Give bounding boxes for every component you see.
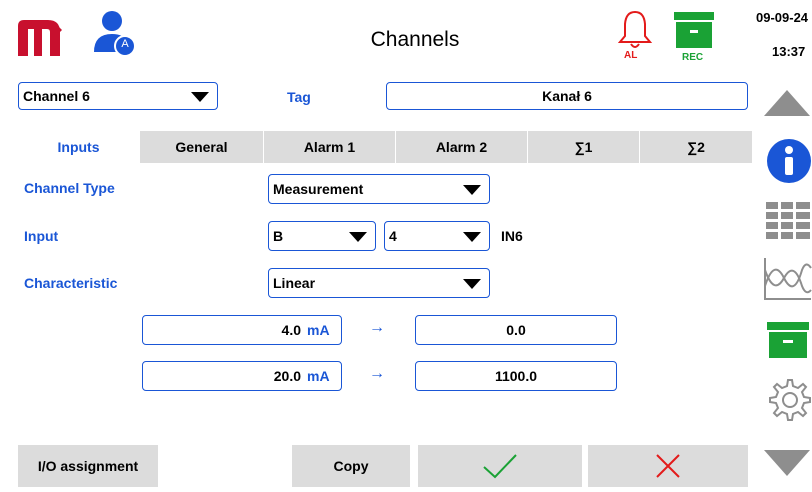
scale-input-low-unit: mA: [307, 322, 330, 338]
channel-type-select[interactable]: Measurement: [268, 174, 490, 204]
chart-view-button[interactable]: [762, 256, 812, 302]
scale-input-high-unit: mA: [307, 368, 330, 384]
chevron-down-icon: [191, 92, 209, 102]
tab-sum-1[interactable]: ∑1: [528, 131, 640, 163]
info-icon: [767, 139, 811, 183]
cancel-button[interactable]: [588, 445, 748, 487]
channel-select-value: Channel 6: [23, 88, 90, 104]
tab-label: Alarm 2: [435, 139, 488, 155]
triangle-down-icon: [764, 450, 810, 476]
tab-alarm-2[interactable]: Alarm 2: [396, 131, 528, 163]
scroll-down-button[interactable]: [762, 446, 812, 482]
scroll-up-button[interactable]: [762, 84, 812, 120]
scale-output-low-value: 0.0: [506, 322, 526, 338]
io-assignment-button[interactable]: I/O assignment: [18, 445, 158, 487]
channel-type-value: Measurement: [273, 181, 364, 197]
input-slot-value: B: [273, 228, 284, 244]
characteristic-label: Characteristic: [24, 275, 118, 291]
page-title: Channels: [370, 28, 460, 51]
logo-icon[interactable]: [14, 16, 64, 60]
trend-chart-icon: [764, 258, 812, 300]
alarm-label: AL: [624, 50, 638, 61]
tag-input[interactable]: Kanał 6: [386, 82, 748, 110]
input-label: Input: [24, 228, 59, 244]
input-number-value: 4: [389, 228, 397, 244]
chevron-down-icon: [463, 279, 481, 289]
tag-label: Tag: [287, 89, 311, 105]
tab-sum-2[interactable]: ∑2: [640, 131, 752, 163]
copy-button[interactable]: Copy: [292, 445, 410, 487]
characteristic-value: Linear: [273, 275, 316, 291]
tab-label: Inputs: [57, 139, 100, 155]
gear-icon: [769, 379, 811, 421]
chevron-down-icon: [463, 185, 481, 195]
bell-icon: [617, 10, 653, 48]
table-view-button[interactable]: [764, 198, 812, 242]
chevron-down-icon: [463, 232, 481, 242]
info-button[interactable]: [766, 138, 812, 184]
settings-button[interactable]: [764, 376, 812, 424]
archive-icon: [674, 12, 714, 48]
date-display: 09-09-24: [756, 10, 809, 25]
tab-label: Alarm 1: [303, 139, 356, 155]
rec-label: REC: [682, 52, 704, 63]
arrow-right-icon: →: [369, 319, 385, 336]
user-badge: A: [121, 38, 129, 50]
tab-general[interactable]: General: [140, 131, 264, 163]
user-icon[interactable]: A: [92, 8, 138, 58]
arrow-right-icon: →: [369, 365, 385, 382]
archive-button[interactable]: [766, 320, 810, 360]
scale-output-high[interactable]: 1100.0: [415, 361, 617, 391]
close-icon: [656, 454, 680, 478]
alarm-indicator[interactable]: AL: [616, 8, 654, 64]
rec-indicator[interactable]: REC: [672, 10, 716, 66]
tab-label: ∑1: [574, 139, 593, 155]
scale-input-high[interactable]: 20.0 mA: [142, 361, 342, 391]
tab-label: General: [175, 139, 228, 155]
channel-type-label: Channel Type: [24, 180, 115, 196]
archive-icon: [767, 322, 809, 358]
input-number-select[interactable]: 4: [384, 221, 490, 251]
scale-input-high-value: 20.0: [273, 368, 301, 384]
chevron-down-icon: [349, 232, 367, 242]
table-icon: [766, 202, 810, 239]
tab-inputs[interactable]: Inputs: [18, 131, 140, 163]
scale-input-low[interactable]: 4.0 mA: [142, 315, 342, 345]
channel-select[interactable]: Channel 6: [18, 82, 218, 110]
scale-output-low[interactable]: 0.0: [415, 315, 617, 345]
confirm-button[interactable]: [418, 445, 582, 487]
scale-output-high-value: 1100.0: [494, 368, 538, 384]
tag-input-value: Kanał 6: [542, 88, 592, 104]
scale-input-low-value: 4.0: [281, 322, 301, 338]
tab-label: ∑2: [687, 139, 705, 155]
triangle-up-icon: [764, 90, 810, 116]
checkmark-icon: [483, 454, 517, 479]
tab-alarm-1[interactable]: Alarm 1: [264, 131, 396, 163]
io-assignment-label: I/O assignment: [37, 458, 139, 474]
input-name: IN6: [501, 228, 523, 244]
time-display: 13:37: [772, 44, 806, 59]
input-slot-select[interactable]: B: [268, 221, 376, 251]
characteristic-select[interactable]: Linear: [268, 268, 490, 298]
copy-label: Copy: [333, 458, 369, 474]
